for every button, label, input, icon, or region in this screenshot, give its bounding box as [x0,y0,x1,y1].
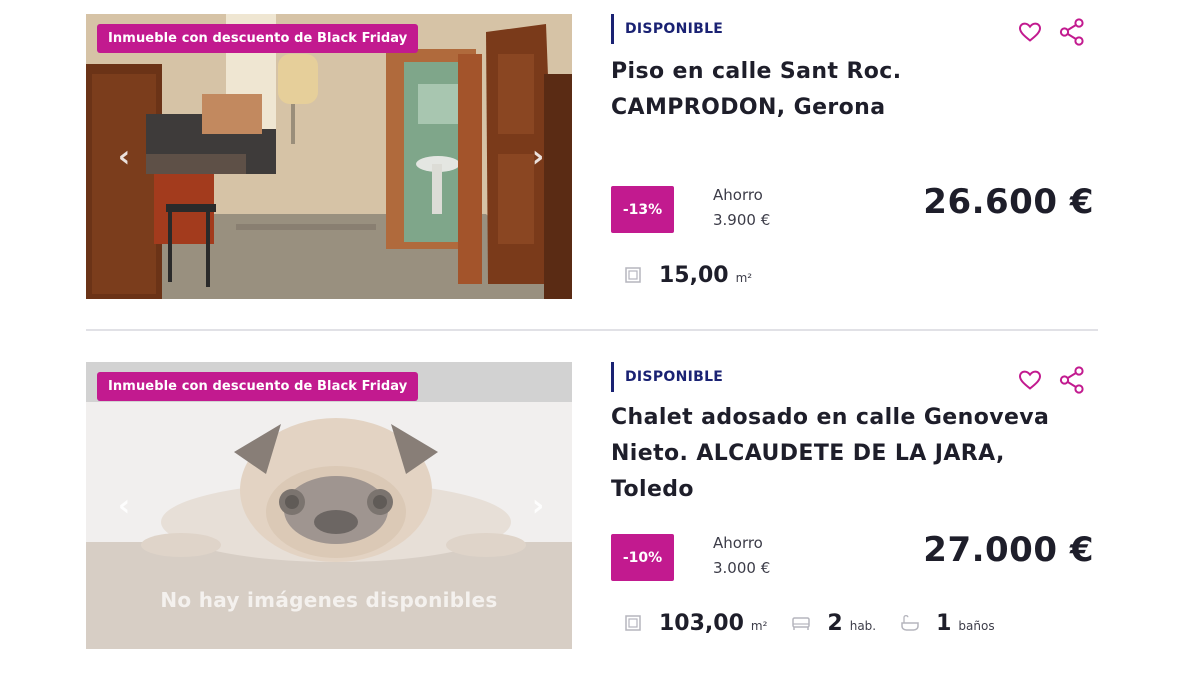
divider [86,329,1098,331]
bed-icon [792,617,811,630]
share-icon[interactable] [1059,18,1085,46]
rooms-unit: hab. [849,618,877,633]
share-icon[interactable] [1059,366,1085,394]
baths-value: 1 [936,610,952,636]
black-friday-badge: Inmueble con descuento de Black Friday [97,24,419,53]
chevron-left-icon[interactable]: ‹ [112,488,136,523]
interior-photo [86,14,572,299]
price: 26.600 € [923,182,1094,222]
chevron-right-icon[interactable]: › [526,139,550,174]
area-unit: m² [735,270,753,285]
area-icon [625,267,641,283]
status-badge: DISPONIBLE [611,14,723,44]
chevron-right-icon[interactable]: › [526,488,550,523]
area-feature: 103,00 m² [623,611,767,636]
bath-icon [901,614,919,631]
listing-photo[interactable]: Inmueble con descuento de Black Friday ‹… [86,14,572,299]
features-row: 103,00 m² 2 hab. 1 baños [623,608,1019,638]
rooms-value: 2 [827,610,843,636]
listing-title[interactable]: Chalet adosado en calle Genoveva Nieto. … [611,400,1081,508]
rooms-feature: 2 hab. [791,611,876,636]
area-value: 15,00 [659,262,729,288]
discount-badge: -10% [611,534,674,581]
heart-icon[interactable] [1018,20,1042,44]
listing-title[interactable]: Piso en calle Sant Roc. CAMPRODON, Geron… [611,54,1081,126]
area-value: 103,00 [659,610,744,636]
heart-icon[interactable] [1018,368,1042,392]
area-icon [625,615,641,631]
price: 27.000 € [923,530,1094,570]
features-row: 15,00 m² [623,260,776,290]
listing-photo[interactable]: Inmueble con descuento de Black Friday ‹… [86,362,572,649]
savings-value: 3.000 € [713,559,771,577]
black-friday-badge: Inmueble con descuento de Black Friday [97,372,419,401]
area-feature: 15,00 m² [623,263,752,288]
no-images-label: No hay imágenes disponibles [160,588,498,612]
savings-label: Ahorro [713,534,763,552]
savings-label: Ahorro [713,186,763,204]
baths-unit: baños [958,618,995,633]
savings-value: 3.900 € [713,211,771,229]
status-badge: DISPONIBLE [611,362,723,392]
discount-badge: -13% [611,186,674,233]
area-unit: m² [750,618,768,633]
chevron-left-icon[interactable]: ‹ [112,139,136,174]
listing-card[interactable]: Inmueble con descuento de Black Friday ‹… [86,362,1098,649]
listing-card[interactable]: Inmueble con descuento de Black Friday ‹… [86,14,1098,299]
baths-feature: 1 baños [900,610,995,636]
